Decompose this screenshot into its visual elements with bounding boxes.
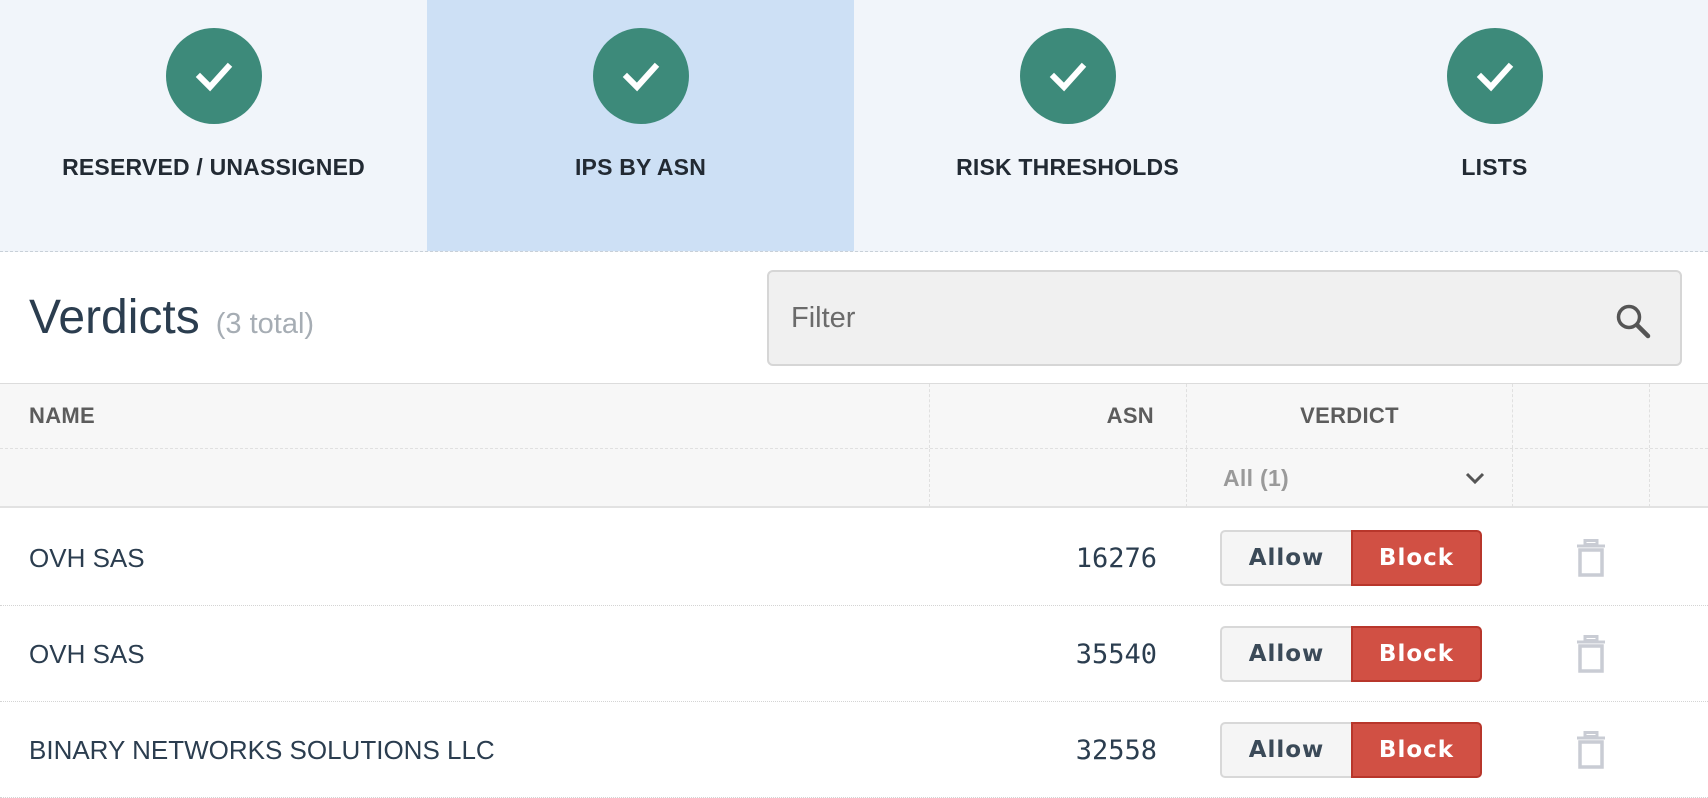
column-header-verdict[interactable]: VERDICT bbox=[1187, 384, 1513, 448]
table-header: NAME ASN VERDICT All (1) bbox=[0, 383, 1708, 508]
search-icon[interactable] bbox=[1614, 302, 1652, 340]
trash-icon[interactable] bbox=[1576, 731, 1606, 769]
delete-cell bbox=[1576, 510, 1610, 606]
step-label: LISTS bbox=[1461, 154, 1528, 180]
total-count: (3 total) bbox=[215, 308, 315, 340]
verdict-toggle: Allow Block bbox=[1220, 510, 1482, 606]
allow-button[interactable]: Allow bbox=[1220, 722, 1351, 778]
row-name: OVH SAS bbox=[29, 638, 145, 669]
title-group: Verdicts (3 total) bbox=[29, 290, 314, 345]
name-filter-cell bbox=[0, 449, 930, 507]
row-asn: 32558 bbox=[1075, 734, 1157, 766]
row-asn: 35540 bbox=[1075, 638, 1157, 670]
check-icon bbox=[1019, 28, 1116, 124]
column-header-actions bbox=[1513, 384, 1650, 448]
allow-button[interactable]: Allow bbox=[1220, 530, 1351, 586]
delete-cell bbox=[1576, 702, 1610, 798]
step-label: IPS BY ASN bbox=[574, 154, 707, 180]
column-header-spacer bbox=[1650, 384, 1708, 448]
column-header-name[interactable]: NAME bbox=[0, 384, 930, 448]
step-label: RESERVED / UNASSIGNED bbox=[62, 154, 365, 180]
table-row: OVH SAS 16276 Allow Block bbox=[0, 510, 1708, 606]
block-button[interactable]: Block bbox=[1351, 530, 1482, 586]
trash-icon[interactable] bbox=[1576, 635, 1606, 673]
table-body: OVH SAS 16276 Allow Block OVH SAS 35540 … bbox=[0, 510, 1708, 798]
step-reserved-unassigned[interactable]: RESERVED / UNASSIGNED bbox=[0, 0, 427, 251]
step-label: RISK THRESHOLDS bbox=[956, 154, 1179, 180]
verdict-toggle: Allow Block bbox=[1220, 702, 1482, 798]
step-risk-thresholds[interactable]: RISK THRESHOLDS bbox=[854, 0, 1281, 251]
block-button[interactable]: Block bbox=[1351, 722, 1482, 778]
step-lists[interactable]: LISTS bbox=[1281, 0, 1708, 251]
spacer-filter-cell bbox=[1650, 449, 1708, 507]
column-header-row: NAME ASN VERDICT bbox=[0, 384, 1708, 449]
check-icon bbox=[1446, 28, 1543, 124]
verdict-filter-cell: All (1) bbox=[1187, 449, 1513, 507]
table-row: BINARY NETWORKS SOLUTIONS LLC 32558 Allo… bbox=[0, 702, 1708, 798]
column-header-asn[interactable]: ASN bbox=[930, 384, 1187, 448]
actions-filter-cell bbox=[1513, 449, 1650, 507]
filter-box bbox=[767, 270, 1682, 366]
chevron-down-icon bbox=[1465, 472, 1485, 485]
check-icon bbox=[165, 28, 262, 124]
verdicts-header: Verdicts (3 total) bbox=[0, 252, 1708, 384]
table-row: OVH SAS 35540 Allow Block bbox=[0, 606, 1708, 702]
asn-filter-cell bbox=[930, 449, 1187, 507]
allow-button[interactable]: Allow bbox=[1220, 626, 1351, 682]
filter-input[interactable] bbox=[769, 272, 1680, 364]
check-icon bbox=[592, 28, 689, 124]
trash-icon[interactable] bbox=[1576, 539, 1606, 577]
page-title: Verdicts bbox=[29, 291, 200, 344]
row-name: OVH SAS bbox=[29, 542, 145, 573]
delete-cell bbox=[1576, 606, 1610, 702]
verdict-filter-value: All (1) bbox=[1223, 464, 1289, 491]
verdict-filter-select[interactable]: All (1) bbox=[1187, 449, 1512, 507]
column-filter-row: All (1) bbox=[0, 449, 1708, 507]
row-asn: 16276 bbox=[1075, 542, 1157, 574]
block-button[interactable]: Block bbox=[1351, 626, 1482, 682]
row-name: BINARY NETWORKS SOLUTIONS LLC bbox=[29, 734, 495, 765]
step-ips-by-asn[interactable]: IPS BY ASN bbox=[427, 0, 854, 251]
verdict-toggle: Allow Block bbox=[1220, 606, 1482, 702]
progress-steps: RESERVED / UNASSIGNED IPS BY ASN RISK TH… bbox=[0, 0, 1708, 252]
